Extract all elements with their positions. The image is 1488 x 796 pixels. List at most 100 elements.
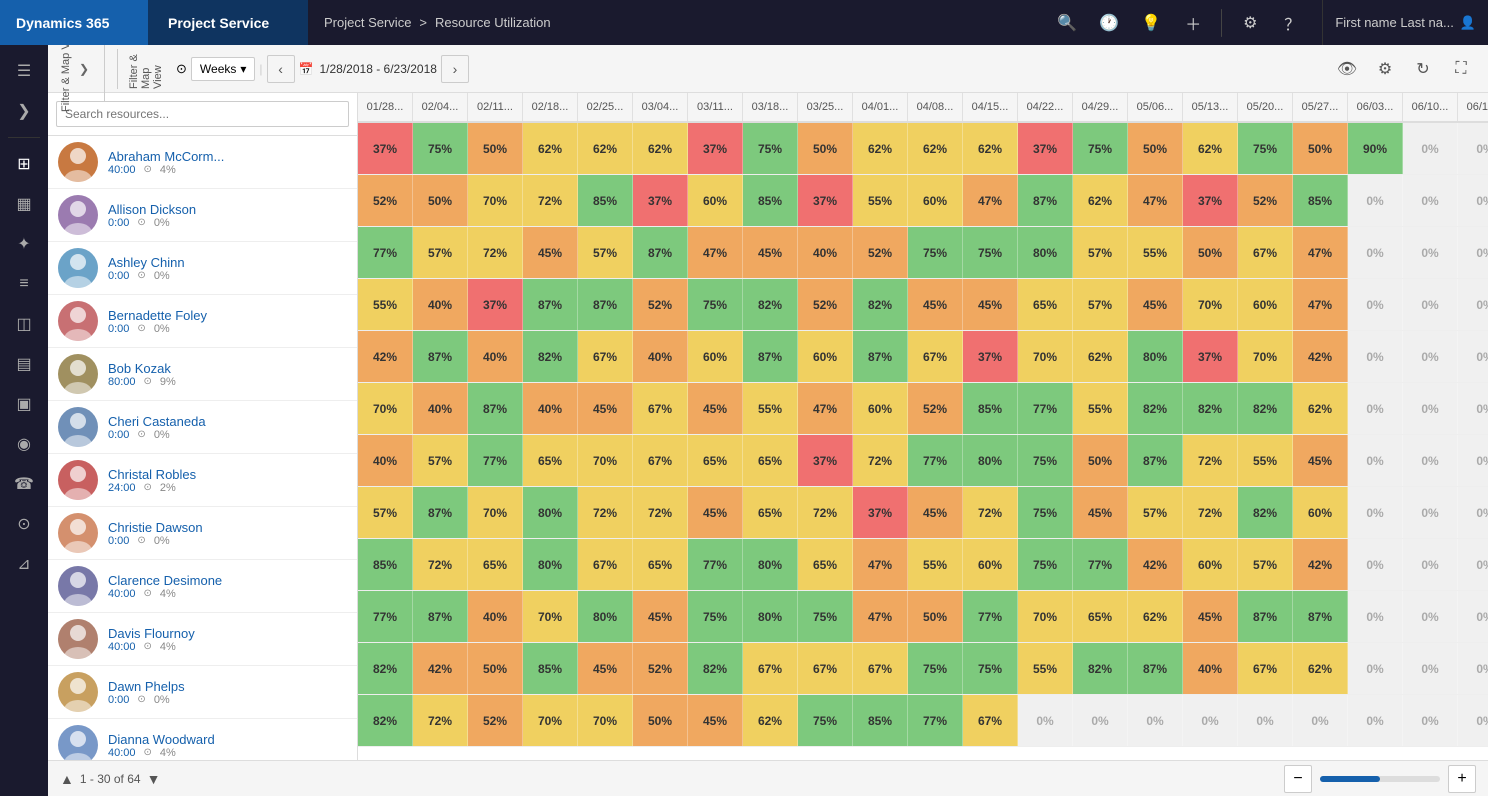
data-cell[interactable]: 62% xyxy=(853,123,908,174)
data-cell[interactable]: 62% xyxy=(1073,175,1128,226)
search-input[interactable] xyxy=(56,101,349,127)
resource-name[interactable]: Christal Robles xyxy=(108,467,196,482)
data-cell[interactable]: 82% xyxy=(523,331,578,382)
data-cell[interactable]: 90% xyxy=(1348,123,1403,174)
data-cell[interactable]: 0% xyxy=(1348,175,1403,226)
data-cell[interactable]: 45% xyxy=(1293,435,1348,486)
data-cell[interactable]: 0% xyxy=(1403,643,1458,694)
data-cell[interactable]: 45% xyxy=(1073,487,1128,538)
data-cell[interactable]: 0% xyxy=(1348,279,1403,330)
data-cell[interactable]: 0% xyxy=(1348,383,1403,434)
data-cell[interactable]: 75% xyxy=(1018,487,1073,538)
data-cell[interactable]: 62% xyxy=(908,123,963,174)
data-cell[interactable]: 0% xyxy=(1458,383,1488,434)
data-cell[interactable]: 0% xyxy=(1348,591,1403,642)
settings-icon[interactable]: ⚙ xyxy=(1232,5,1268,41)
data-cell[interactable]: 62% xyxy=(963,123,1018,174)
data-cell[interactable]: 80% xyxy=(1018,227,1073,278)
weeks-selector[interactable]: Weeks ▾ xyxy=(191,57,256,81)
data-cell[interactable]: 60% xyxy=(798,331,853,382)
data-cell[interactable]: 45% xyxy=(578,383,633,434)
data-cell[interactable]: 40% xyxy=(633,331,688,382)
data-cell[interactable]: 0% xyxy=(1073,695,1128,746)
data-cell[interactable]: 77% xyxy=(358,591,413,642)
data-cell[interactable]: 72% xyxy=(578,487,633,538)
data-cell[interactable]: 75% xyxy=(798,591,853,642)
data-cell[interactable]: 75% xyxy=(688,591,743,642)
data-cell[interactable]: 57% xyxy=(358,487,413,538)
data-cell[interactable]: 0% xyxy=(1458,123,1488,174)
data-cell[interactable]: 75% xyxy=(798,695,853,746)
data-cell[interactable]: 50% xyxy=(633,695,688,746)
data-cell[interactable]: 82% xyxy=(688,643,743,694)
data-cell[interactable]: 52% xyxy=(468,695,523,746)
data-cell[interactable]: 37% xyxy=(963,331,1018,382)
data-cell[interactable]: 47% xyxy=(1128,175,1183,226)
data-cell[interactable]: 77% xyxy=(1018,383,1073,434)
resource-name[interactable]: Allison Dickson xyxy=(108,202,196,217)
resource-name[interactable]: Dianna Woodward xyxy=(108,732,215,747)
data-cell[interactable]: 52% xyxy=(358,175,413,226)
data-cell[interactable]: 65% xyxy=(798,539,853,590)
data-cell[interactable]: 80% xyxy=(1128,331,1183,382)
list-icon[interactable]: ≡ xyxy=(6,266,42,302)
data-cell[interactable]: 87% xyxy=(468,383,523,434)
data-cell[interactable]: 47% xyxy=(853,591,908,642)
data-cell[interactable]: 70% xyxy=(578,435,633,486)
data-cell[interactable]: 0% xyxy=(1403,331,1458,382)
resource-name[interactable]: Davis Flournoy xyxy=(108,626,195,641)
data-cell[interactable]: 67% xyxy=(853,643,908,694)
data-cell[interactable]: 77% xyxy=(1073,539,1128,590)
data-cell[interactable]: 45% xyxy=(963,279,1018,330)
data-cell[interactable]: 62% xyxy=(1183,123,1238,174)
data-cell[interactable]: 45% xyxy=(1128,279,1183,330)
data-cell[interactable]: 67% xyxy=(578,331,633,382)
filter-map-label[interactable]: Filter & Map View xyxy=(117,49,164,89)
grid-icon[interactable]: ▦ xyxy=(6,186,42,222)
data-cell[interactable]: 40% xyxy=(468,591,523,642)
data-cell[interactable]: 0% xyxy=(1403,487,1458,538)
resource-name[interactable]: Clarence Desimone xyxy=(108,573,222,588)
data-cell[interactable]: 65% xyxy=(523,435,578,486)
data-cell[interactable]: 40% xyxy=(468,331,523,382)
calendar-icon[interactable]: ◫ xyxy=(6,306,42,342)
data-cell[interactable]: 87% xyxy=(853,331,908,382)
data-cell[interactable]: 40% xyxy=(523,383,578,434)
data-cell[interactable]: 0% xyxy=(1348,331,1403,382)
data-cell[interactable]: 70% xyxy=(358,383,413,434)
data-cell[interactable]: 0% xyxy=(1403,227,1458,278)
resource-row[interactable]: Allison Dickson0:00 ⊙0% xyxy=(48,189,357,242)
data-cell[interactable]: 57% xyxy=(578,227,633,278)
data-cell[interactable]: 0% xyxy=(1403,383,1458,434)
phone-icon[interactable]: ☎ xyxy=(6,466,42,502)
data-cell[interactable]: 77% xyxy=(908,695,963,746)
data-cell[interactable]: 87% xyxy=(413,591,468,642)
data-cell[interactable]: 50% xyxy=(413,175,468,226)
data-cell[interactable]: 45% xyxy=(688,695,743,746)
data-cell[interactable]: 55% xyxy=(1073,383,1128,434)
data-cell[interactable]: 42% xyxy=(358,331,413,382)
analytics-icon[interactable]: ⊿ xyxy=(6,546,42,582)
home-icon[interactable]: ⊞ xyxy=(6,146,42,182)
data-cell[interactable]: 72% xyxy=(963,487,1018,538)
data-cell[interactable]: 60% xyxy=(688,175,743,226)
data-cell[interactable]: 0% xyxy=(1403,539,1458,590)
hamburger-icon[interactable]: ☰ xyxy=(6,53,42,89)
data-cell[interactable]: 72% xyxy=(798,487,853,538)
data-cell[interactable]: 75% xyxy=(1018,435,1073,486)
data-cell[interactable]: 37% xyxy=(853,487,908,538)
resource-row[interactable]: Davis Flournoy40:00 ⊙4% xyxy=(48,613,357,666)
view-icon[interactable]: 👁 xyxy=(1332,54,1362,84)
data-cell[interactable]: 87% xyxy=(523,279,578,330)
data-cell[interactable]: 52% xyxy=(1238,175,1293,226)
resource-name[interactable]: Bob Kozak xyxy=(108,361,176,376)
data-cell[interactable]: 87% xyxy=(633,227,688,278)
data-cell[interactable]: 0% xyxy=(1458,591,1488,642)
data-cell[interactable]: 80% xyxy=(743,539,798,590)
breadcrumb-part1[interactable]: Project Service xyxy=(324,15,411,30)
data-cell[interactable]: 82% xyxy=(1073,643,1128,694)
data-cell[interactable]: 67% xyxy=(908,331,963,382)
data-cell[interactable]: 37% xyxy=(633,175,688,226)
data-cell[interactable]: 75% xyxy=(1018,539,1073,590)
data-cell[interactable]: 62% xyxy=(1128,591,1183,642)
